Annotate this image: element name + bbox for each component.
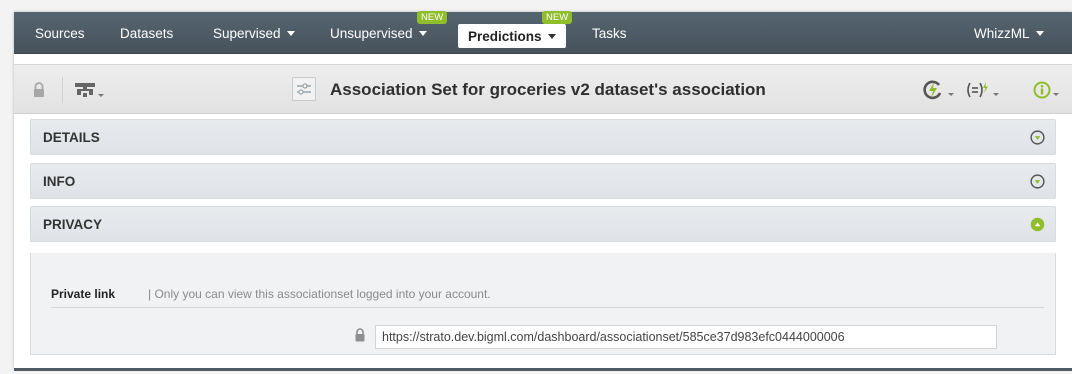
app-frame: Sources Datasets Supervised Unsupervised… xyxy=(14,11,1072,371)
chevron-down-icon xyxy=(418,31,427,36)
details-panel-title: DETAILS xyxy=(43,130,100,145)
bottom-border xyxy=(14,368,1072,371)
nav-datasets[interactable]: Datasets xyxy=(120,12,173,54)
collapse-toggle-icon[interactable] xyxy=(1030,217,1045,232)
top-navigation: Sources Datasets Supervised Unsupervised… xyxy=(14,11,1072,54)
privacy-panel-title: PRIVACY xyxy=(43,217,103,232)
nav-tasks-label: Tasks xyxy=(592,26,627,41)
chevron-down-icon xyxy=(993,92,999,96)
new-badge: NEW xyxy=(542,11,573,24)
private-link-label: Private link xyxy=(51,287,116,301)
chevron-down-icon xyxy=(98,93,104,97)
privacy-panel-header[interactable]: PRIVACY xyxy=(30,206,1056,242)
batch-prediction-icon[interactable] xyxy=(966,65,999,115)
privacy-panel-body: Private link | Only you can view this as… xyxy=(30,253,1056,355)
nav-unsupervised-label: Unsupervised xyxy=(330,26,413,41)
info-panel-header[interactable]: INFO xyxy=(30,163,1056,199)
chevron-down-icon xyxy=(1035,31,1044,36)
details-panel-header[interactable]: DETAILS xyxy=(30,119,1056,155)
private-link-description: | Only you can view this associationset … xyxy=(148,287,491,301)
resource-toolbar: Association Set for groceries v2 dataset… xyxy=(14,64,1072,114)
divider xyxy=(51,307,1044,308)
lock-icon xyxy=(355,328,365,342)
expand-toggle-icon[interactable] xyxy=(1030,130,1045,145)
page-title: Association Set for groceries v2 dataset… xyxy=(330,80,766,99)
nav-whizzml[interactable]: WhizzML xyxy=(974,12,1044,54)
chevron-down-icon xyxy=(1053,92,1059,96)
nav-whizzml-label: WhizzML xyxy=(974,26,1030,41)
model-tree-icon[interactable] xyxy=(74,65,104,115)
nav-supervised[interactable]: Supervised xyxy=(213,12,295,54)
reify-lightning-icon[interactable] xyxy=(922,65,954,115)
chevron-down-icon xyxy=(547,34,556,39)
nav-supervised-label: Supervised xyxy=(213,26,281,41)
associationset-icon xyxy=(292,77,316,101)
nav-predictions[interactable]: Predictions xyxy=(458,24,566,48)
new-badge: NEW xyxy=(417,11,448,24)
private-link-field[interactable]: https://strato.dev.bigml.com/dashboard/a… xyxy=(375,325,997,349)
expand-toggle-icon[interactable] xyxy=(1030,174,1045,189)
nav-tasks[interactable]: Tasks xyxy=(592,12,627,54)
chevron-down-icon xyxy=(948,92,954,96)
nav-predictions-label: Predictions xyxy=(468,29,542,44)
toolbar-divider xyxy=(62,77,63,103)
chevron-down-icon xyxy=(286,31,295,36)
info-icon[interactable] xyxy=(1033,65,1059,115)
nav-datasets-label: Datasets xyxy=(120,26,174,41)
nav-sources[interactable]: Sources xyxy=(35,12,85,54)
lock-icon[interactable] xyxy=(32,65,46,115)
nav-unsupervised[interactable]: Unsupervised xyxy=(330,12,427,54)
nav-sources-label: Sources xyxy=(35,26,85,41)
info-panel-title: INFO xyxy=(43,174,76,189)
